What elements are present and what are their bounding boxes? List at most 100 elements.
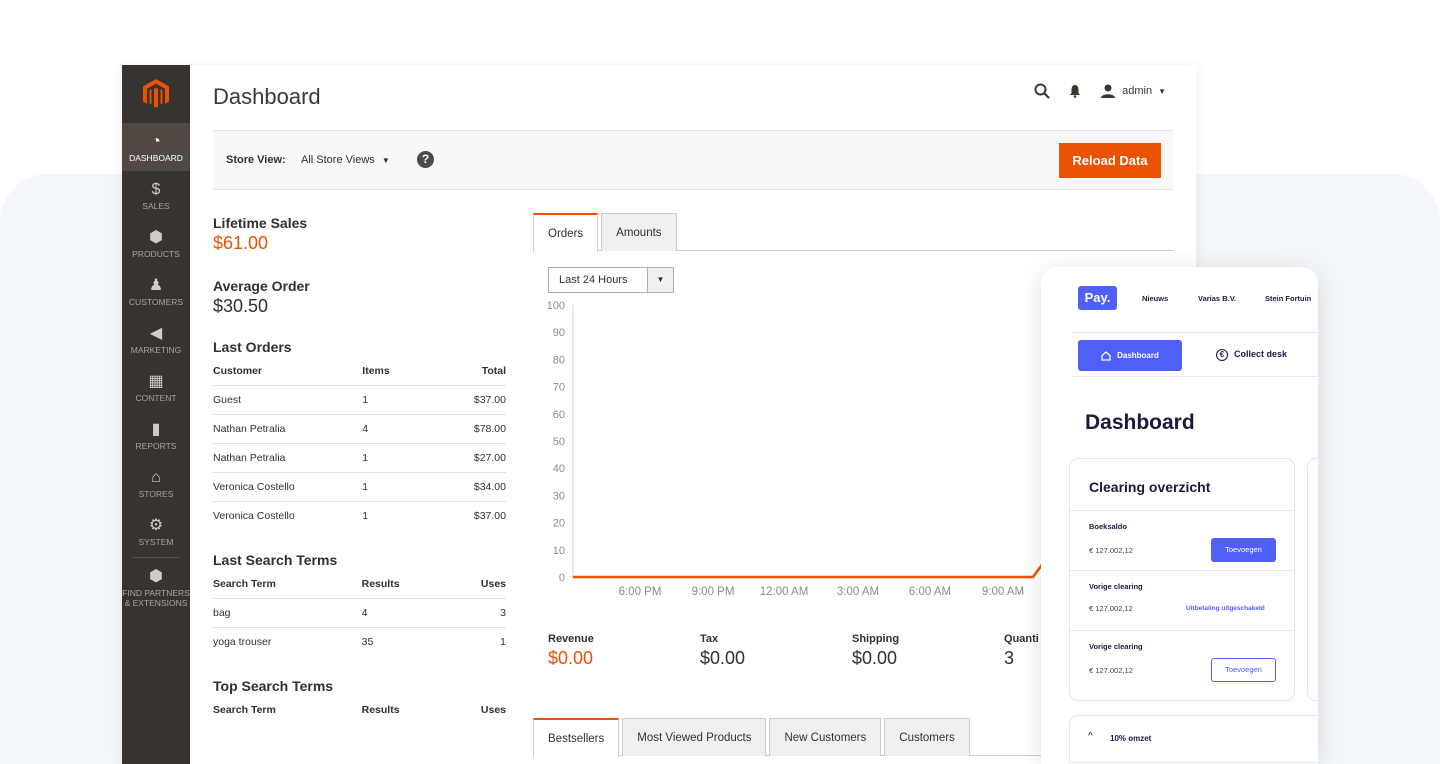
sidebar-item-marketing[interactable]: ◀ MARKETING xyxy=(122,315,190,363)
table-cell: Veronica Costello xyxy=(213,472,363,502)
table-cell: 1 xyxy=(362,501,448,530)
chart-tabs: Orders Amounts xyxy=(533,213,1173,252)
sidebar-item-dashboard[interactable]: ◔ DASHBOARD xyxy=(122,123,190,171)
tab-new-customers[interactable]: New Customers xyxy=(769,718,882,756)
dashboard-chart-area: Orders Amounts Last 24 Hours ▼ 100 90 80 70… xyxy=(533,213,1173,757)
kpi-label: Shipping xyxy=(852,633,900,645)
table-cell: $78.00 xyxy=(447,414,506,444)
kpi-tax: Tax $0.00 xyxy=(700,633,745,669)
pay-nav-company[interactable]: Varias B.V. xyxy=(1198,294,1236,303)
table-cell: Guest xyxy=(213,385,363,415)
table-row[interactable]: Guest 1 $37.00 xyxy=(213,385,506,415)
payout-disabled-link[interactable]: Uitbetaling uitgeschakeld xyxy=(1186,605,1265,612)
period-value: Last 24 Hours xyxy=(559,274,628,286)
clearing-card: Clearing overzicht Boeksaldo € 127.002,1… xyxy=(1069,458,1295,701)
sidebar-item-products[interactable]: ⬢ PRODUCTS xyxy=(122,219,190,267)
y-tick-label: 100 xyxy=(547,301,565,312)
sidebar-item-customers[interactable]: ♟ CUSTOMERS xyxy=(122,267,190,315)
column-header: Results xyxy=(361,704,400,716)
bar-chart-icon: ▮ xyxy=(151,421,161,438)
tab-most-viewed-products[interactable]: Most Viewed Products xyxy=(622,718,767,756)
y-tick-label: 30 xyxy=(553,490,565,502)
y-tick-label: 90 xyxy=(553,327,565,339)
table-row[interactable]: Veronica Costello 1 $37.00 xyxy=(213,501,506,530)
dollar-icon: $ xyxy=(151,181,161,198)
table-cell: yoga trouser xyxy=(213,627,362,656)
period-select[interactable]: Last 24 Hours ▼ xyxy=(548,267,674,293)
table-cell: $37.00 xyxy=(447,385,506,415)
sidebar-item-find-partners-extensions[interactable]: ⬢ FIND PARTNERS & EXTENSIONS xyxy=(122,558,190,609)
table-cell: 35 xyxy=(361,627,447,656)
revenue-percentage-row[interactable]: ^ 10% omzet xyxy=(1069,715,1318,763)
kpi-revenue: Revenue $0.00 xyxy=(548,633,594,669)
pay-logo[interactable]: Pay. xyxy=(1078,286,1117,310)
x-tick-label: 9:00 PM xyxy=(692,586,735,598)
tab-amounts[interactable]: Amounts xyxy=(601,213,677,251)
tab-bestsellers[interactable]: Bestsellers xyxy=(533,718,620,757)
table-cell: 3 xyxy=(446,598,506,628)
add-button[interactable]: Toevoegen xyxy=(1211,538,1276,562)
dashboard-icon: ◔ xyxy=(151,133,161,150)
sidebar-item-system[interactable]: ⚙ SYSTEM xyxy=(122,507,190,555)
top-search-terms-table: Search Term Results Uses xyxy=(213,700,506,724)
user-menu[interactable]: admin ▼ xyxy=(1100,84,1166,98)
sidebar-item-content[interactable]: ▦ CONTENT xyxy=(122,363,190,411)
kpi-label: Revenue xyxy=(548,633,594,645)
table-row[interactable]: Veronica Costello 1 $34.00 xyxy=(213,472,506,502)
dashboard-left-column: Lifetime Sales $61.00 Average Order $30.… xyxy=(213,215,506,724)
y-tick-label: 0 xyxy=(559,572,565,584)
tab-orders[interactable]: Orders xyxy=(533,213,599,252)
pay-collect-desk[interactable]: € Collect desk xyxy=(1216,349,1287,361)
home-icon xyxy=(1101,350,1111,361)
megaphone-icon: ◀ xyxy=(149,325,163,342)
column-header: Results xyxy=(361,578,400,590)
sidebar-item-reports[interactable]: ▮ REPORTS xyxy=(122,411,190,459)
reload-data-button[interactable]: Reload Data xyxy=(1059,143,1161,178)
pay-nav-user[interactable]: Stein Fortuin xyxy=(1265,294,1311,303)
sidebar-item-label: FIND PARTNERS & EXTENSIONS xyxy=(122,588,190,609)
store-view-value: All Store Views xyxy=(301,154,375,166)
sidebar-item-stores[interactable]: ⌂ STORES xyxy=(122,459,190,507)
column-header: Search Term xyxy=(213,578,276,590)
pay-page-title: Dashboard xyxy=(1085,411,1195,434)
sidebar-item-label: SALES xyxy=(142,201,170,211)
table-row[interactable]: Nathan Petralia 4 $78.00 xyxy=(213,414,506,444)
table-row[interactable]: bag 4 3 xyxy=(213,598,506,628)
pay-nav-news[interactable]: Nieuws xyxy=(1142,294,1168,303)
add-button[interactable]: Toevoegen xyxy=(1211,658,1276,682)
magento-logo[interactable] xyxy=(122,65,190,123)
column-header: Uses xyxy=(480,578,506,590)
table-cell: Nathan Petralia xyxy=(213,443,363,473)
bell-icon[interactable] xyxy=(1068,84,1082,98)
x-tick-label: 3:00 AM xyxy=(837,586,879,598)
kpi-shipping: Shipping $0.00 xyxy=(852,633,899,669)
table-cell: 1 xyxy=(362,443,448,473)
chevron-down-icon: ▼ xyxy=(1158,86,1166,96)
sidebar-item-sales[interactable]: $ SALES xyxy=(122,171,190,219)
y-tick-label: 80 xyxy=(553,354,565,366)
y-tick-label: 60 xyxy=(553,409,565,421)
help-icon[interactable]: ? xyxy=(417,151,434,168)
tab-customers[interactable]: Customers xyxy=(884,718,970,756)
table-cell: 4 xyxy=(362,414,448,444)
table-cell: Nathan Petralia xyxy=(213,414,363,444)
last-orders-title: Last Orders xyxy=(213,339,292,355)
store-view-label: Store View: xyxy=(226,154,286,166)
kpi-value: $0.00 xyxy=(548,648,594,668)
x-tick-label: 6:00 PM xyxy=(619,586,662,598)
sidebar-item-label: CUSTOMERS xyxy=(128,297,184,307)
clearing-row-label: Boeksaldo xyxy=(1089,522,1127,531)
table-row[interactable]: yoga trouser 35 1 xyxy=(213,627,506,656)
person-icon: ♟ xyxy=(148,277,164,294)
column-header: Search Term xyxy=(213,704,276,716)
pay-dashboard-button[interactable]: Dashboard xyxy=(1078,340,1182,371)
secondary-card xyxy=(1307,458,1318,701)
table-row[interactable]: Nathan Petralia 1 $27.00 xyxy=(213,443,506,473)
store-view-switcher[interactable]: All Store Views ▼ xyxy=(301,154,390,166)
clearing-row-value: € 127.002,12 xyxy=(1089,546,1133,555)
pay-dashboard-label: Dashboard xyxy=(1117,351,1159,360)
average-order-value: $30.50 xyxy=(213,296,269,316)
search-icon[interactable] xyxy=(1034,83,1050,99)
x-tick-label: 9:00 AM xyxy=(982,586,1024,598)
clearing-row-value: € 127.002,12 xyxy=(1089,666,1133,675)
